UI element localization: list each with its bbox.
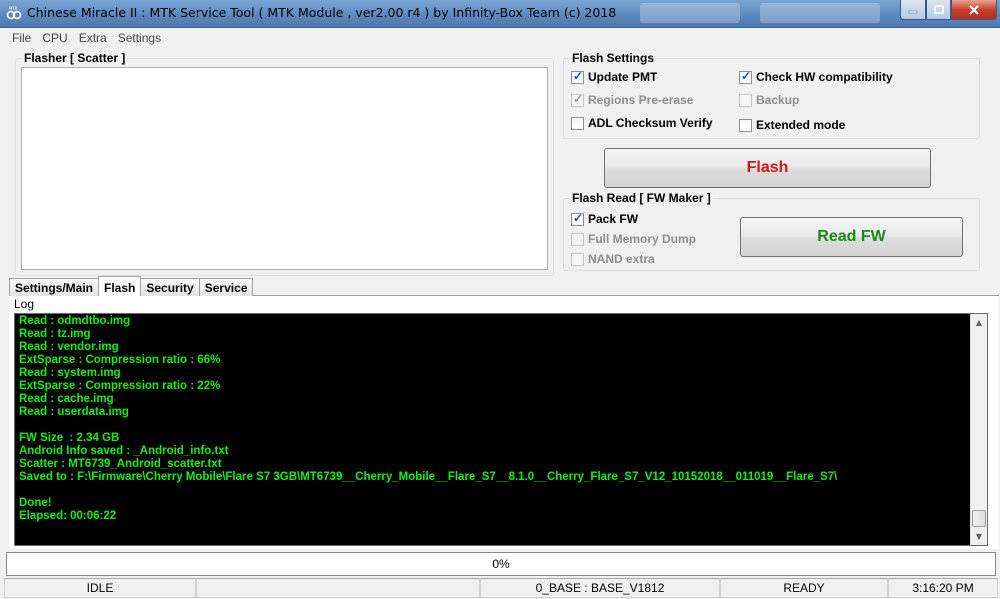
progress-bar: 0% <box>6 552 996 576</box>
checkbox-box <box>571 92 584 107</box>
status-state: IDLE <box>4 578 196 598</box>
app-icon: MTK <box>6 6 22 20</box>
menu-file[interactable]: File <box>6 29 36 47</box>
log-line: Scatter : MT6739_Android_scatter.txt <box>19 458 222 470</box>
read-fw-button[interactable]: Read FW <box>740 217 963 257</box>
status-empty <box>196 578 480 598</box>
adl-checksum-checkbox[interactable]: ADL Checksum Verify <box>571 116 713 130</box>
checkbox-box <box>571 69 584 84</box>
maximize-icon <box>933 4 944 14</box>
extended-mode-label: Extended mode <box>756 118 846 132</box>
log-line: Elapsed: 00:06:22 <box>19 510 117 522</box>
log-line: ExtSparse : Compression ratio : 22% <box>19 380 221 392</box>
status-time: 3:16:20 PM <box>888 578 998 598</box>
minimize-button[interactable] <box>900 0 926 20</box>
status-base: 0_BASE : BASE_V1812 <box>480 578 720 598</box>
log-line: Done! <box>19 497 52 509</box>
checkbox-box <box>739 118 752 132</box>
svg-text:MTK: MTK <box>9 6 18 11</box>
log-line: Read : system.img <box>19 367 121 379</box>
close-icon <box>969 4 979 15</box>
log-line: ExtSparse : Compression ratio : 66% <box>19 354 221 366</box>
background-taskbar-item <box>760 3 880 23</box>
checkbox-box <box>571 232 584 246</box>
progress-text: 0% <box>492 557 510 571</box>
flash-read-title: Flash Read [ FW Maker ] <box>570 191 713 205</box>
menu-bar: File CPU Extra Settings <box>6 29 996 47</box>
full-memory-dump-checkbox: Full Memory Dump <box>571 232 696 246</box>
tab-flash[interactable]: Flash <box>98 276 142 296</box>
checkbox-box <box>571 252 584 266</box>
flash-settings-title: Flash Settings <box>570 51 657 65</box>
update-pmt-label: Update PMT <box>588 70 658 84</box>
log-line: Saved to : F:\Firmware\Cherry Mobile\Fla… <box>19 471 838 483</box>
extended-mode-checkbox[interactable]: Extended mode <box>739 118 845 132</box>
tab-service[interactable]: Service <box>198 278 254 296</box>
checkbox-box <box>739 69 752 84</box>
full-memory-dump-label: Full Memory Dump <box>588 232 697 246</box>
status-bar: IDLE 0_BASE : BASE_V1812 READY 3:16:20 P… <box>4 578 998 598</box>
log-line: Read : cache.img <box>19 393 114 405</box>
status-ready: READY <box>720 578 888 598</box>
adl-checksum-label: ADL Checksum Verify <box>588 116 713 130</box>
window-title: Chinese Miracle II : MTK Service Tool ( … <box>27 5 617 20</box>
nand-extra-label: NAND extra <box>588 252 655 266</box>
menu-cpu[interactable]: CPU <box>36 29 72 47</box>
tab-strip: Settings/Main Flash Security Service <box>9 276 254 296</box>
log-line: Read : vendor.img <box>19 341 119 353</box>
log-console[interactable]: Read : odmdtbo.img Read : tz.img Read : … <box>14 313 988 546</box>
nand-extra-checkbox: NAND extra <box>571 252 655 266</box>
scrollbar-thumb[interactable] <box>972 510 986 527</box>
log-line: Read : tz.img <box>19 328 91 340</box>
regions-preerase-checkbox: Regions Pre-erase <box>571 92 694 107</box>
log-lines: Read : odmdtbo.img Read : tz.img Read : … <box>19 315 971 523</box>
close-button[interactable] <box>951 0 997 20</box>
regions-preerase-label: Regions Pre-erase <box>588 93 694 107</box>
update-pmt-checkbox[interactable]: Update PMT <box>571 69 658 84</box>
pack-fw-checkbox[interactable]: Pack FW <box>571 211 639 226</box>
checkbox-box <box>571 211 584 226</box>
flasher-group-title: Flasher [ Scatter ] <box>22 51 128 65</box>
tab-security[interactable]: Security <box>140 278 200 296</box>
log-line: Read : userdata.img <box>19 406 129 418</box>
log-line: FW Size : 2.34 GB <box>19 432 120 444</box>
scroll-up-arrow-icon[interactable]: ▲ <box>971 314 987 331</box>
log-scrollbar[interactable]: ▲ ▼ <box>970 314 987 545</box>
log-label: Log <box>14 297 35 311</box>
scroll-down-arrow-icon[interactable]: ▼ <box>971 528 987 545</box>
backup-label: Backup <box>756 93 800 107</box>
menu-extra[interactable]: Extra <box>73 29 112 47</box>
title-bar: MTK Chinese Miracle II : MTK Service Too… <box>0 0 1000 28</box>
pack-fw-label: Pack FW <box>588 212 639 226</box>
checkbox-box <box>739 93 752 107</box>
log-line: Android Info saved : _Android_info.txt <box>19 445 229 457</box>
backup-checkbox: Backup <box>739 93 799 107</box>
tab-settings-main[interactable]: Settings/Main <box>9 278 100 296</box>
check-hw-label: Check HW compatibility <box>756 70 893 84</box>
minimize-icon <box>908 10 918 13</box>
maximize-button[interactable] <box>926 0 951 20</box>
background-taskbar-item <box>640 3 740 23</box>
log-line: Read : odmdtbo.img <box>19 315 131 327</box>
menu-settings[interactable]: Settings <box>112 29 166 47</box>
checkbox-box <box>571 116 584 130</box>
flash-button[interactable]: Flash <box>604 148 931 188</box>
check-hw-checkbox[interactable]: Check HW compatibility <box>739 69 893 84</box>
scatter-list[interactable] <box>21 67 548 270</box>
